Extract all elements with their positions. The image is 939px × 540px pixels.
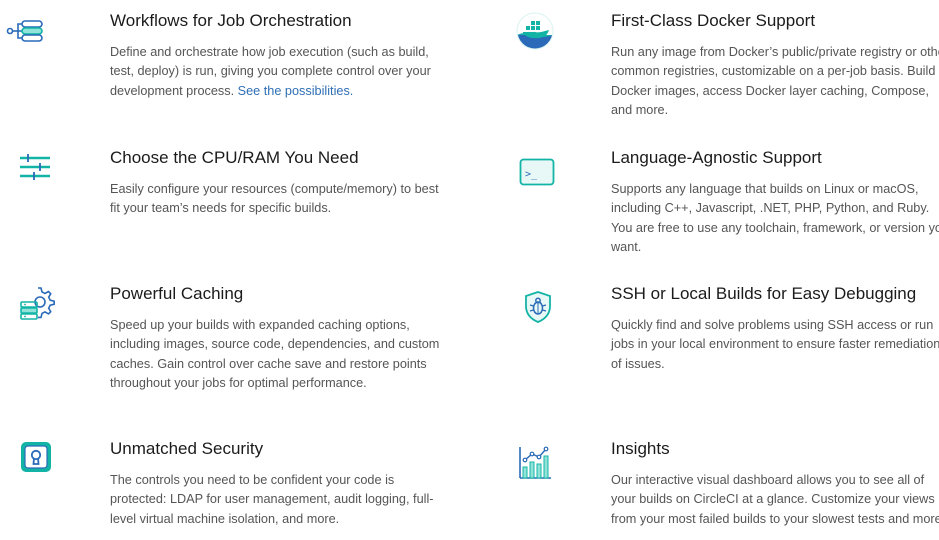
feature-caching: Powerful Caching Speed up your builds wi…	[20, 284, 450, 393]
feature-cpu-ram: Choose the CPU/RAM You Need Easily confi…	[20, 148, 450, 219]
feature-workflows: Workflows for Job Orchestration Define a…	[6, 11, 450, 101]
feature-title: First-Class Docker Support	[611, 11, 816, 30]
feature-title: Insights	[611, 439, 670, 458]
feature-description: Speed up your builds with expanded cachi…	[110, 318, 440, 390]
feature-title: Choose the CPU/RAM You Need	[110, 148, 359, 167]
feature-title: Unmatched Security	[110, 439, 264, 458]
sliders-icon	[18, 152, 58, 192]
feature-description: Easily configure your resources (compute…	[110, 182, 439, 216]
workflow-icon	[6, 19, 46, 59]
terminal-icon-glyph: >_	[525, 169, 538, 180]
feature-description: The controls you need to be confident yo…	[110, 473, 434, 526]
feature-title: Powerful Caching	[110, 284, 244, 303]
feature-description: Quickly find and solve problems using SS…	[611, 318, 939, 371]
feature-description: Our interactive visual dashboard allows …	[611, 473, 939, 526]
docker-whale-icon	[515, 11, 555, 51]
feature-description: Run any image from Docker’s public/priva…	[611, 45, 939, 117]
chart-icon	[517, 445, 557, 485]
bug-shield-icon	[523, 290, 563, 330]
feature-title: SSH or Local Builds for Easy Debugging	[611, 284, 917, 303]
feature-description: Define and orchestrate how job execution…	[110, 43, 450, 101]
feature-title: Workflows for Job Orchestration	[110, 11, 352, 30]
lock-icon	[18, 439, 58, 479]
feature-security: Unmatched Security The controls you need…	[21, 439, 450, 529]
terminal-icon: >_	[519, 158, 559, 198]
feature-docker: First-Class Docker Support Run any image…	[516, 11, 939, 120]
feature-insights: Insights Our interactive visual dashboar…	[519, 439, 939, 529]
feature-description: Supports any language that builds on Lin…	[611, 182, 939, 254]
feature-language-agnostic: >_ Language-Agnostic Support Supports an…	[519, 148, 939, 257]
feature-title: Language-Agnostic Support	[611, 148, 822, 167]
see-possibilities-link[interactable]: See the possibilities.	[238, 84, 354, 98]
feature-ssh-debugging: SSH or Local Builds for Easy Debugging Q…	[525, 284, 939, 374]
cache-gear-icon	[18, 284, 58, 324]
